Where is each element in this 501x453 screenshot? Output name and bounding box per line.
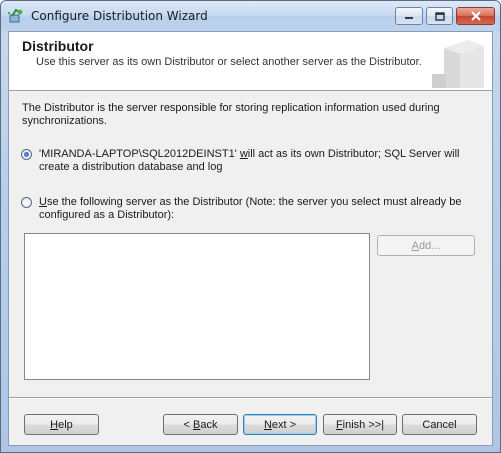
title-bar[interactable]: Configure Distribution Wizard	[1, 1, 500, 31]
dialog-client-area: Distributor Use this server as its own D…	[8, 31, 493, 446]
finish-label: inish >>|	[342, 418, 385, 431]
next-mnemonic: N	[263, 418, 272, 431]
wizard-window: Configure Distribution Wizard Distributo…	[0, 0, 501, 453]
minimize-button[interactable]	[395, 7, 423, 25]
help-mnemonic: H	[50, 418, 59, 431]
add-button[interactable]: Add...	[377, 235, 475, 256]
next-label: ext >	[271, 418, 297, 431]
window-title: Configure Distribution Wizard	[31, 9, 208, 23]
cancel-button[interactable]: Cancel	[402, 414, 477, 435]
minimize-icon	[405, 17, 413, 19]
footer-separator	[9, 397, 492, 399]
help-button[interactable]: Help	[24, 414, 99, 435]
back-button[interactable]: < Back	[163, 414, 238, 435]
next-button[interactable]: Next >	[243, 414, 317, 435]
maximize-button[interactable]	[426, 7, 453, 25]
maximize-icon	[434, 11, 445, 21]
description-text: The Distributor is the server responsibl…	[22, 102, 440, 127]
other-distributor-mnemonic: U	[39, 196, 47, 208]
other-distributor-label[interactable]: Use the following server as the Distribu…	[39, 196, 479, 222]
help-label: elp	[58, 418, 73, 431]
wizard-icon	[7, 7, 25, 25]
add-label: dd...	[418, 239, 441, 252]
back-mnemonic: B	[193, 418, 201, 431]
own-distributor-server-name: 'MIRANDA-LAPTOP\SQL2012DEINST1'	[39, 148, 240, 160]
page-header: Distributor Use this server as its own D…	[9, 32, 492, 91]
own-distributor-radio[interactable]	[21, 149, 32, 160]
back-arrow: <	[183, 418, 193, 431]
finish-button[interactable]: Finish >>|	[323, 414, 397, 435]
finish-mnemonic: F	[335, 418, 343, 431]
close-button[interactable]	[456, 7, 495, 25]
own-distributor-label[interactable]: 'MIRANDA-LAPTOP\SQL2012DEINST1' will act…	[39, 148, 479, 174]
add-mnemonic: A	[411, 239, 419, 252]
own-distributor-mnemonic: w	[239, 148, 248, 160]
distributor-server-list[interactable]	[24, 233, 370, 380]
page-subtitle: Use this server as its own Distributor o…	[36, 56, 422, 68]
close-icon	[470, 11, 481, 21]
page-title: Distributor	[22, 38, 94, 54]
other-distributor-radio[interactable]	[21, 197, 32, 208]
other-distributor-text: se the following server as the Distribut…	[39, 196, 462, 221]
back-label: ack	[200, 418, 218, 431]
server-graphic-icon	[432, 40, 484, 88]
